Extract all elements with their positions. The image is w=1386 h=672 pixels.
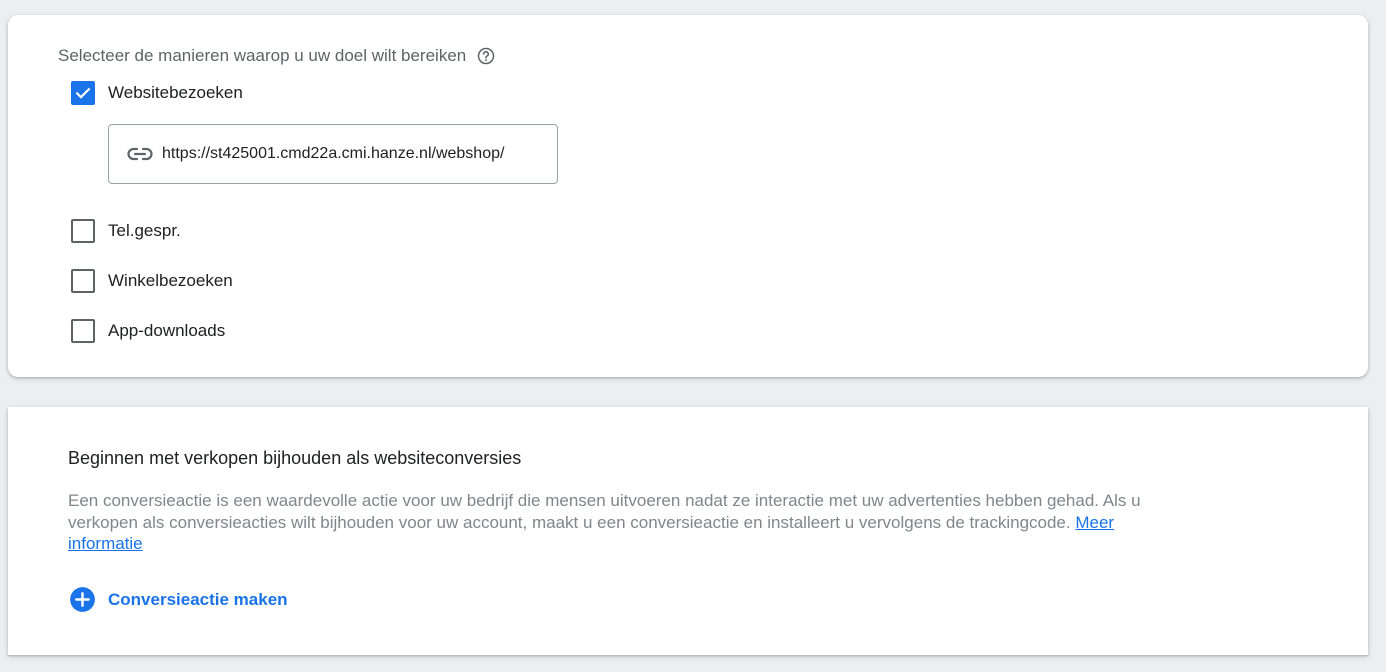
goal-methods-heading: Selecteer de manieren waarop u uw doel w… (58, 46, 496, 66)
option-label-app-downloads: App-downloads (108, 321, 226, 340)
winkelbezoeken-checkbox[interactable] (71, 269, 95, 293)
option-app-downloads[interactable]: App-downloads (71, 319, 225, 343)
app-downloads-checkbox[interactable] (71, 319, 95, 343)
option-label-tel-gespr: Tel.gespr. (108, 221, 181, 240)
link-icon (126, 142, 154, 166)
option-label-winkelbezoeken: Winkelbezoeken (108, 271, 233, 290)
goal-methods-card: Selecteer de manieren waarop u uw doel w… (8, 15, 1368, 377)
create-conversion-action-button[interactable]: Conversieactie maken (69, 586, 288, 613)
option-websitebezoeken[interactable]: Websitebezoeken (71, 81, 243, 105)
conversion-description-text: Een conversieactie is een waardevolle ac… (68, 491, 1141, 532)
conversion-description: Een conversieactie is een waardevolle ac… (68, 490, 1178, 555)
tel-gespr-checkbox[interactable] (71, 219, 95, 243)
website-url-value: https://st425001.cmd22a.cmi.hanze.nl/web… (162, 145, 505, 162)
option-winkelbezoeken[interactable]: Winkelbezoeken (71, 269, 233, 293)
option-tel-gespr[interactable]: Tel.gespr. (71, 219, 181, 243)
websitebezoeken-checkbox[interactable] (71, 81, 95, 105)
create-conversion-action-label: Conversieactie maken (108, 589, 288, 609)
checkmark-icon (75, 87, 91, 99)
goal-methods-heading-text: Selecteer de manieren waarop u uw doel w… (58, 46, 467, 65)
conversion-title: Beginnen met verkopen bijhouden als webs… (68, 448, 522, 468)
option-label-websitebezoeken: Websitebezoeken (108, 83, 243, 102)
website-url-field[interactable]: https://st425001.cmd22a.cmi.hanze.nl/web… (108, 124, 558, 184)
help-circle-icon[interactable] (476, 46, 496, 66)
conversion-tracking-card: Beginnen met verkopen bijhouden als webs… (8, 407, 1368, 655)
add-circle-icon (69, 586, 96, 613)
